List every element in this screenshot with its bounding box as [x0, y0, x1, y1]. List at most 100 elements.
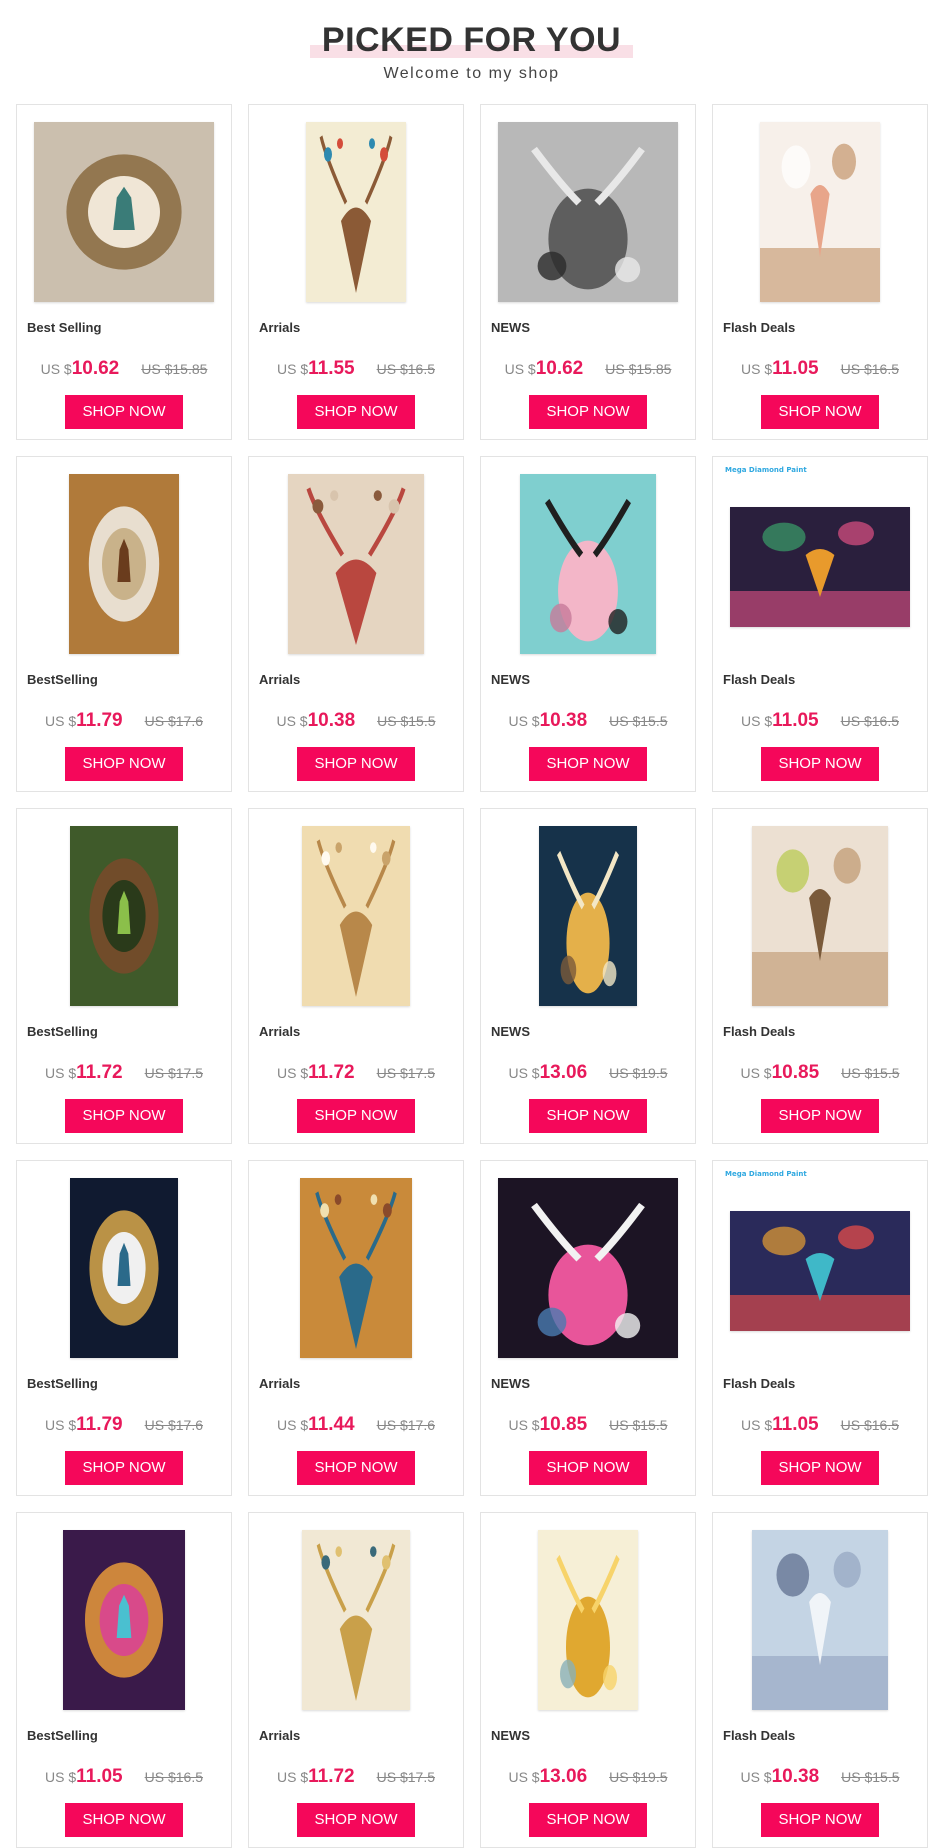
sale-price: 11.05: [772, 1414, 819, 1435]
page-title: PICKED FOR YOU: [309, 18, 634, 62]
product-category: Arrials: [259, 672, 301, 687]
currency-label: US $: [740, 1769, 772, 1785]
product-card[interactable]: NEWS US $13.06 US $19.5 SHOP NOW: [480, 808, 696, 1144]
original-price: US $17.6: [376, 1417, 435, 1433]
product-image-deer-with-birds-painting[interactable]: [306, 122, 406, 302]
product-card[interactable]: NEWS US $10.62 US $15.85 SHOP NOW: [480, 104, 696, 440]
shop-now-button[interactable]: SHOP NOW: [65, 1451, 183, 1485]
product-card[interactable]: Flash Deals US $10.85 US $15.5 SHOP NOW: [712, 808, 928, 1144]
shop-now-button[interactable]: SHOP NOW: [65, 1099, 183, 1133]
product-card[interactable]: NEWS US $10.85 US $15.5 SHOP NOW: [480, 1160, 696, 1496]
original-price: US $17.5: [376, 1769, 435, 1785]
shop-now-button[interactable]: SHOP NOW: [529, 1451, 647, 1485]
product-image-deer-tree-antlers-painting[interactable]: [752, 826, 888, 1006]
currency-label: US $: [45, 1417, 77, 1433]
shop-now-button[interactable]: SHOP NOW: [297, 747, 415, 781]
product-category: Arrials: [259, 1728, 301, 1743]
product-category: Flash Deals: [723, 672, 796, 687]
currency-label: US $: [504, 361, 536, 377]
sale-price: 11.79: [76, 710, 123, 731]
product-card[interactable]: BestSelling US $11.79 US $17.6 SHOP NOW: [16, 456, 232, 792]
sale-price: 10.38: [539, 710, 588, 731]
product-card[interactable]: NEWS US $10.38 US $15.5 SHOP NOW: [480, 456, 696, 792]
product-card[interactable]: Arrials US $11.55 US $16.5 SHOP NOW: [248, 104, 464, 440]
sale-price: 11.05: [76, 1766, 123, 1787]
product-card[interactable]: BestSelling US $11.72 US $17.5 SHOP NOW: [16, 808, 232, 1144]
product-card[interactable]: BestSelling US $11.79 US $17.6 SHOP NOW: [16, 1160, 232, 1496]
product-image-white-horses-painting[interactable]: [69, 474, 179, 654]
product-image-golden-deer-heart-painting[interactable]: [538, 1530, 638, 1710]
product-card[interactable]: Flash Deals US $11.05 US $16.5 SHOP NOW: [712, 104, 928, 440]
original-price: US $15.85: [605, 361, 672, 377]
product-image-white-horse-butterflies-painting[interactable]: [752, 1530, 888, 1710]
product-card[interactable]: Arrials US $10.38 US $15.5 SHOP NOW: [248, 456, 464, 792]
price-row: US $11.05 US $16.5: [17, 1766, 231, 1788]
shop-now-button[interactable]: SHOP NOW: [65, 395, 183, 429]
original-price: US $19.5: [609, 1065, 668, 1081]
shop-now-button[interactable]: SHOP NOW: [761, 395, 879, 429]
original-price: US $15.5: [609, 713, 668, 729]
product-image-golden-tree-painting[interactable]: [302, 1530, 410, 1710]
product-card[interactable]: Flash Deals US $11.05 US $16.5 SHOP NOW M…: [712, 1160, 928, 1496]
price-row: US $11.44 US $17.6: [249, 1414, 463, 1436]
product-card[interactable]: Flash Deals US $11.05 US $16.5 SHOP NOW M…: [712, 456, 928, 792]
shop-now-button[interactable]: SHOP NOW: [529, 1803, 647, 1837]
product-card[interactable]: NEWS US $13.06 US $19.5 SHOP NOW: [480, 1512, 696, 1848]
product-image-black-panther-blossoms-painting[interactable]: [520, 474, 656, 654]
shop-now-button[interactable]: SHOP NOW: [529, 395, 647, 429]
product-image-silver-deer-painting[interactable]: [498, 122, 678, 302]
shop-now-button[interactable]: SHOP NOW: [761, 1451, 879, 1485]
sale-price: 10.62: [535, 358, 584, 379]
product-category: BestSelling: [27, 1376, 98, 1391]
original-price: US $16.5: [840, 361, 899, 377]
product-image-white-deer-roses-painting[interactable]: [498, 1178, 678, 1358]
product-image-ornate-elephant-painting[interactable]: [300, 1178, 412, 1358]
shop-now-button[interactable]: SHOP NOW: [297, 1803, 415, 1837]
shop-now-button[interactable]: SHOP NOW: [761, 747, 879, 781]
currency-label: US $: [508, 713, 540, 729]
product-card[interactable]: Flash Deals US $10.38 US $15.5 SHOP NOW: [712, 1512, 928, 1848]
product-card[interactable]: Arrials US $11.44 US $17.6 SHOP NOW: [248, 1160, 464, 1496]
currency-label: US $: [508, 1065, 540, 1081]
product-category: NEWS: [491, 1376, 530, 1391]
original-price: US $19.5: [609, 1769, 668, 1785]
product-image-leaping-golden-deer-painting[interactable]: [70, 1178, 178, 1358]
product-category: Arrials: [259, 1024, 301, 1039]
product-image-golden-tree-deer-painting[interactable]: [539, 826, 637, 1006]
shop-now-button[interactable]: SHOP NOW: [529, 747, 647, 781]
price-row: US $10.38 US $15.5: [249, 710, 463, 732]
currency-label: US $: [277, 1769, 309, 1785]
price-row: US $11.55 US $16.5: [249, 358, 463, 380]
product-image-golden-deer-birds-painting[interactable]: [302, 826, 410, 1006]
original-price: US $15.5: [841, 1065, 900, 1081]
product-image-deer-in-forest-painting[interactable]: [70, 826, 178, 1006]
product-category: Flash Deals: [723, 320, 796, 335]
price-row: US $10.62 US $15.85: [17, 358, 231, 380]
product-image-fantasy-deer-painting[interactable]: [63, 1530, 185, 1710]
product-card[interactable]: BestSelling US $11.05 US $16.5 SHOP NOW: [16, 1512, 232, 1848]
shop-now-button[interactable]: SHOP NOW: [65, 1803, 183, 1837]
price-row: US $10.85 US $15.5: [713, 1062, 927, 1084]
product-category: NEWS: [491, 320, 530, 335]
currency-label: US $: [45, 1065, 77, 1081]
shop-now-button[interactable]: SHOP NOW: [297, 1451, 415, 1485]
shop-now-button[interactable]: SHOP NOW: [65, 747, 183, 781]
product-image-colorful-deer-abstract-painting[interactable]: [730, 1211, 910, 1331]
product-card[interactable]: Arrials US $11.72 US $17.5 SHOP NOW: [248, 1512, 464, 1848]
product-card[interactable]: Arrials US $11.72 US $17.5 SHOP NOW: [248, 808, 464, 1144]
product-image-deer-red-roses-painting[interactable]: [288, 474, 424, 654]
product-card[interactable]: Best Selling US $10.62 US $15.85 SHOP NOW: [16, 104, 232, 440]
brand-tag: Mega Diamond Paint: [725, 1170, 807, 1178]
price-row: US $11.79 US $17.6: [17, 1414, 231, 1436]
shop-now-button[interactable]: SHOP NOW: [761, 1803, 879, 1837]
product-image-psychedelic-deer-painting[interactable]: [730, 507, 910, 627]
shop-now-button[interactable]: SHOP NOW: [761, 1099, 879, 1133]
product-image-deer-mandala-painting[interactable]: [34, 122, 214, 302]
shop-now-button[interactable]: SHOP NOW: [529, 1099, 647, 1133]
shop-now-button[interactable]: SHOP NOW: [297, 395, 415, 429]
header: PICKED FOR YOU Welcome to my shop: [0, 0, 943, 100]
original-price: US $16.5: [144, 1769, 203, 1785]
product-category: Best Selling: [27, 320, 102, 335]
shop-now-button[interactable]: SHOP NOW: [297, 1099, 415, 1133]
product-image-white-deer-flowers-painting[interactable]: [760, 122, 880, 302]
